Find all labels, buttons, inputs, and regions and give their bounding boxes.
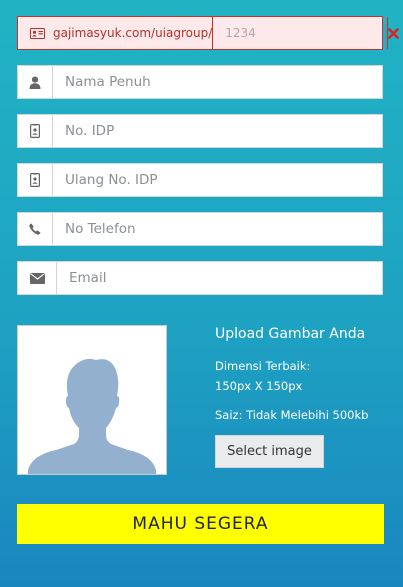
size-note: Saiz: Tidak Melebihi 500kb	[215, 408, 369, 422]
phone-input[interactable]	[53, 213, 382, 245]
select-image-button[interactable]: Select image	[215, 435, 324, 468]
phone-field	[17, 212, 383, 246]
dimension-label: Dimensi Terbaik:	[215, 359, 311, 373]
id-badge-icon	[18, 164, 53, 196]
submit-button[interactable]: MAHU SEGERA	[17, 504, 384, 544]
url-row: gajimasyuk.com/uiagroup/	[17, 16, 400, 50]
clear-button[interactable]	[387, 17, 400, 49]
id-card-icon	[30, 27, 45, 39]
idp-repeat-field	[17, 163, 383, 197]
url-prefix-text: gajimasyuk.com/uiagroup/	[53, 26, 213, 40]
name-field	[17, 65, 383, 99]
idp-field	[17, 114, 383, 148]
idp-input[interactable]	[53, 115, 382, 147]
id-badge-icon	[18, 115, 53, 147]
email-field	[17, 261, 383, 295]
avatar-silhouette-icon	[24, 346, 160, 474]
url-slug-input[interactable]	[213, 17, 388, 49]
url-prefix: gajimasyuk.com/uiagroup/	[18, 17, 214, 49]
dimension-value: 150px X 150px	[215, 379, 303, 393]
phone-icon	[18, 213, 53, 245]
upload-title: Upload Gambar Anda	[215, 326, 366, 342]
photo-preview	[17, 325, 167, 475]
email-input[interactable]	[57, 262, 382, 294]
user-icon	[18, 66, 53, 98]
idp-repeat-input[interactable]	[53, 164, 382, 196]
full-name-input[interactable]	[53, 66, 382, 98]
close-icon	[388, 27, 400, 39]
envelope-icon	[18, 262, 57, 294]
